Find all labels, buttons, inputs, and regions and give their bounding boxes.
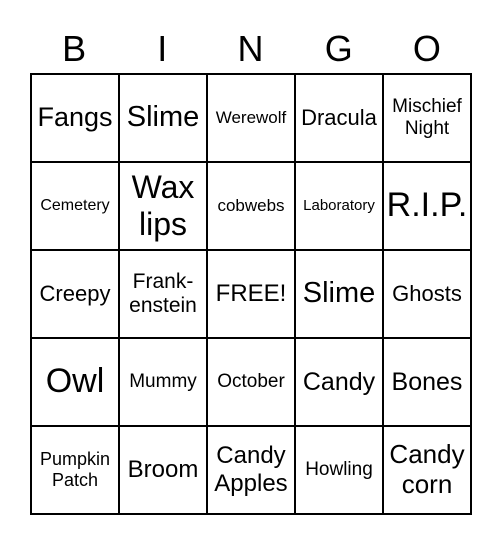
- bingo-cell: Ghosts: [383, 250, 471, 338]
- bingo-cell: Howling: [295, 426, 383, 514]
- header-letter-n: N: [237, 28, 264, 69]
- bingo-cell: Owl: [31, 338, 119, 426]
- bingo-cell: Slime: [295, 250, 383, 338]
- bingo-cell: Candy corn: [383, 426, 471, 514]
- bingo-cell: Cemetery: [31, 162, 119, 250]
- bingo-cell: October: [207, 338, 295, 426]
- bingo-cell: Wax lips: [119, 162, 207, 250]
- bingo-cell: Laboratory: [295, 162, 383, 250]
- bingo-cell: Mischief Night: [383, 74, 471, 162]
- bingo-cell: Candy: [295, 338, 383, 426]
- bingo-cell: Candy Apples: [207, 426, 295, 514]
- header-letter-i: I: [157, 28, 168, 69]
- bingo-cell: Frank- enstein: [119, 250, 207, 338]
- bingo-cell-free: FREE!: [207, 250, 295, 338]
- header-letter-g: G: [324, 28, 353, 69]
- bingo-cell: Dracula: [295, 74, 383, 162]
- bingo-cell: Werewolf: [207, 74, 295, 162]
- bingo-cell: Bones: [383, 338, 471, 426]
- bingo-grid: Fangs Slime Werewolf Dracula Mischief Ni…: [30, 73, 472, 515]
- bingo-cell: Pumpkin Patch: [31, 426, 119, 514]
- header-letter-o: O: [412, 28, 441, 69]
- bingo-cell: Creepy: [31, 250, 119, 338]
- bingo-cell: Fangs: [31, 74, 119, 162]
- bingo-cell: Slime: [119, 74, 207, 162]
- bingo-cell: R.I.P.: [383, 162, 471, 250]
- bingo-cell: cobwebs: [207, 162, 295, 250]
- header-letter-b: B: [62, 28, 87, 69]
- bingo-cell: Mummy: [119, 338, 207, 426]
- bingo-header: B I N G O: [30, 26, 471, 72]
- bingo-cell: Broom: [119, 426, 207, 514]
